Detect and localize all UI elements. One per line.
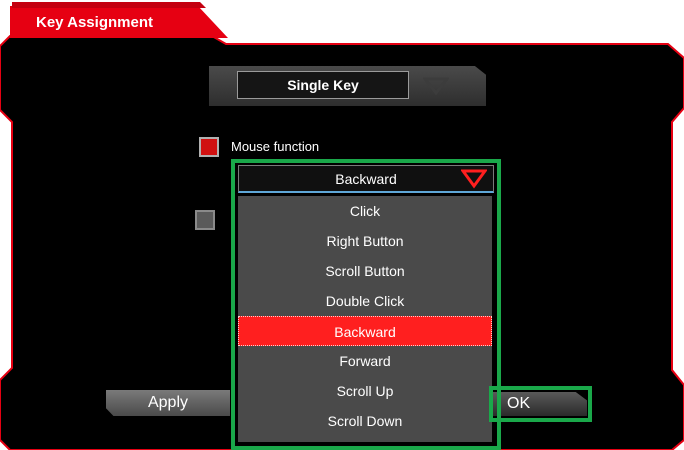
apply-button[interactable]: Apply <box>106 390 230 416</box>
option-checkbox[interactable] <box>195 210 215 230</box>
mode-selector[interactable]: Single Key <box>237 71 409 99</box>
window-title: Key Assignment <box>36 14 153 31</box>
mouse-function-checkbox[interactable] <box>199 137 219 157</box>
dropdown-highlight <box>231 159 501 450</box>
mouse-function-label: Mouse function <box>231 139 320 154</box>
ok-highlight <box>489 386 592 422</box>
chevron-down-icon[interactable] <box>423 77 449 95</box>
